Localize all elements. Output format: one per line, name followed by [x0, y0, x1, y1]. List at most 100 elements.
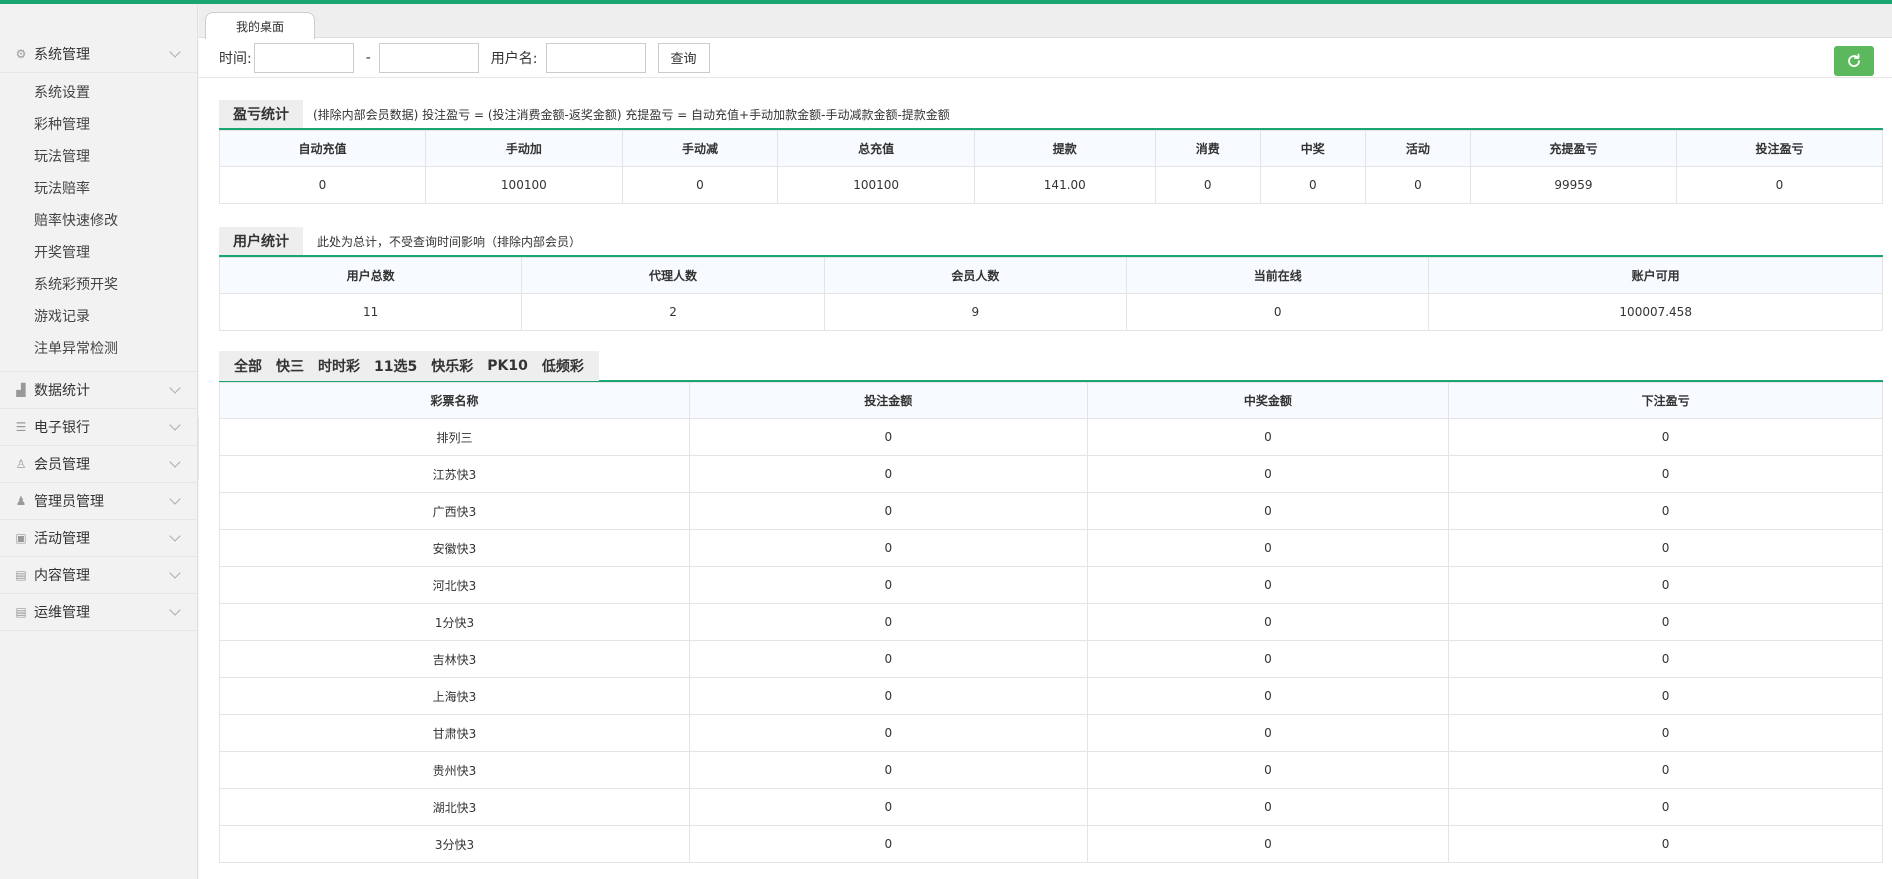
end-time-input[interactable] [378, 42, 479, 73]
table-cell: 0 [1448, 788, 1883, 826]
table-cell: 广西快3 [219, 492, 690, 530]
table-cell: 排列三 [219, 418, 690, 456]
menu-label: 管理员管理 [34, 494, 104, 510]
lottery-tab[interactable]: 全部 [227, 356, 269, 376]
table-row: 自动充值 手动加 手动减 总充值 提款 消费 中奖 活动 充提盈亏 投注盈亏 [219, 130, 1884, 167]
column-header: 代理人数 [521, 257, 825, 294]
menu-system[interactable]: ⚙ 系统管理 [0, 36, 197, 73]
table-row: 彩票名称 投注金额 中奖金额 下注盈亏 [219, 382, 1883, 419]
table-cell: 0 [688, 788, 1088, 826]
table-cell: 0 [1086, 603, 1450, 641]
table-row: 江苏快3 0 0 0 [219, 455, 1883, 493]
table-cell: 0 [1448, 640, 1883, 678]
table-cell: 0 [1086, 788, 1450, 826]
table-row: 贵州快3 0 0 0 [219, 751, 1883, 789]
menu-content[interactable]: ▤ 内容管理 [0, 557, 197, 594]
table-cell: 上海快3 [219, 677, 690, 715]
column-header: 活动 [1364, 130, 1471, 167]
gift-icon: ▣ [15, 531, 27, 545]
menu-ops[interactable]: ▤ 运维管理 [0, 594, 197, 631]
table-cell: 1分快3 [219, 603, 690, 641]
table-cell: 0 [1448, 418, 1883, 456]
table-cell: 0 [1126, 293, 1430, 331]
sidebar-item-bet-anomaly[interactable]: 注单异常检测 [0, 333, 197, 365]
tab-desktop[interactable]: 我的桌面 [205, 12, 315, 39]
lottery-tab[interactable]: 快乐彩 [424, 356, 480, 376]
user-stats-section: 用户统计 此处为总计，不受查询时间影响（排除内部会员） 用户总数 代理人数 会员人数… [218, 227, 1883, 331]
menu-e-bank[interactable]: ☰ 电子银行 [0, 409, 197, 446]
menu-data-stats[interactable]: ▟ 数据统计 [0, 372, 197, 409]
lottery-tab[interactable]: 快三 [269, 356, 311, 376]
table-cell: 0 [688, 492, 1088, 530]
table-cell: 0 [621, 166, 779, 204]
table-row: 湖北快3 0 0 0 [219, 788, 1883, 826]
column-header: 总充值 [777, 130, 975, 167]
user-outline-icon: ♙ [15, 457, 27, 471]
table-cell: 0 [688, 825, 1088, 863]
sidebar-item-odds-quick-edit[interactable]: 赔率快速修改 [0, 205, 197, 237]
table-cell: 0 [688, 603, 1088, 641]
column-header: 当前在线 [1126, 257, 1430, 294]
sidebar-item-lottery-types[interactable]: 彩种管理 [0, 109, 197, 141]
table-cell: 0 [688, 455, 1088, 493]
table-cell: 3分快3 [219, 825, 690, 863]
lottery-tab[interactable]: 低频彩 [535, 356, 591, 376]
chevron-down-icon [169, 567, 181, 579]
table-cell: 0 [688, 677, 1088, 715]
table-cell: 0 [1086, 455, 1450, 493]
sidebar-item-play-odds[interactable]: 玩法赔率 [0, 173, 197, 205]
table-cell: 0 [1086, 714, 1450, 752]
table-cell: 0 [1154, 166, 1261, 204]
table-cell: 0 [1086, 751, 1450, 789]
sidebar-item-pre-draw[interactable]: 系统彩预开奖 [0, 269, 197, 301]
sidebar-item-play-manage[interactable]: 玩法管理 [0, 141, 197, 173]
lottery-tab[interactable]: 时时彩 [311, 356, 367, 376]
table-cell: 0 [1086, 418, 1450, 456]
menu-admins[interactable]: ♟ 管理员管理 [0, 483, 197, 520]
column-header: 彩票名称 [219, 382, 690, 419]
table-cell: 0 [688, 418, 1088, 456]
list-icon: ☰ [15, 420, 27, 434]
start-time-input[interactable] [253, 42, 354, 73]
username-input[interactable] [545, 42, 646, 73]
table-cell: 江苏快3 [219, 455, 690, 493]
table-cell: 0 [1675, 166, 1884, 204]
column-header: 充提盈亏 [1469, 130, 1677, 167]
menu-members[interactable]: ♙ 会员管理 [0, 446, 197, 483]
refresh-icon [1848, 53, 1860, 67]
table-cell: 0 [1448, 455, 1883, 493]
table-cell: 0 [1086, 640, 1450, 678]
table-cell: 0 [1448, 677, 1883, 715]
lottery-section: 全部 快三 时时彩 11选5 快乐彩 PK10 低频彩 彩票名称 投注金额 中奖金额 下注盈亏 排… [219, 351, 1883, 863]
column-header: 手动加 [424, 130, 623, 167]
profit-table: 自动充值 手动加 手动减 总充值 提款 消费 中奖 活动 充提盈亏 投注盈亏 0 100100 0 10… [219, 130, 1884, 204]
column-header: 中奖 [1259, 130, 1366, 167]
column-header: 下注盈亏 [1448, 382, 1883, 419]
lottery-tab[interactable]: PK10 [480, 358, 535, 374]
column-header: 投注金额 [688, 382, 1088, 419]
column-header: 账户可用 [1428, 257, 1883, 294]
refresh-button[interactable] [1834, 46, 1874, 76]
table-cell: 0 [1086, 677, 1450, 715]
chevron-down-icon [169, 604, 181, 616]
menu-label: 运维管理 [34, 605, 90, 621]
sidebar-item-draw-manage[interactable]: 开奖管理 [0, 237, 197, 269]
menu-label: 系统管理 [34, 47, 90, 63]
table-row: 河北快3 0 0 0 [219, 566, 1883, 604]
table-row: 吉林快3 0 0 0 [219, 640, 1883, 678]
sidebar-item-system-settings[interactable]: 系统设置 [0, 77, 197, 109]
user-stats-title: 用户统计 [219, 227, 303, 255]
table-cell: 0 [1448, 566, 1883, 604]
sidebar-item-game-records[interactable]: 游戏记录 [0, 301, 197, 333]
query-button[interactable]: 查询 [657, 42, 710, 73]
table-row: 3分快3 0 0 0 [219, 825, 1883, 863]
lottery-tab[interactable]: 11选5 [367, 356, 424, 376]
menu-activities[interactable]: ▣ 活动管理 [0, 520, 197, 557]
time-label: 时间: [219, 50, 252, 67]
building-icon: ▤ [15, 605, 27, 619]
user-stats-note: 此处为总计，不受查询时间影响（排除内部会员） [317, 234, 582, 249]
table-cell: 11 [218, 293, 523, 331]
table-row: 上海快3 0 0 0 [219, 677, 1883, 715]
table-cell: 0 [1086, 529, 1450, 567]
table-row: 用户总数 代理人数 会员人数 当前在线 账户可用 [218, 257, 1883, 294]
